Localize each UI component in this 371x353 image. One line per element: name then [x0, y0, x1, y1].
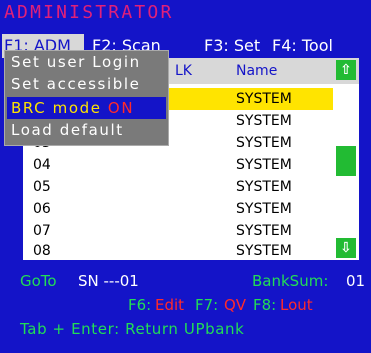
adm-dropdown-menu: Set user Login Set accessible BRC mode O…	[4, 50, 169, 146]
f7-key: F7:	[195, 296, 219, 314]
menu-item-brc-mode[interactable]: BRC mode ON	[7, 97, 166, 119]
f6-edit-action[interactable]: Edit	[155, 296, 184, 314]
row-name: SYSTEM	[236, 201, 292, 217]
row-id: 05	[33, 179, 51, 195]
row-name: SYSTEM	[236, 135, 292, 151]
tab-hint: Tab + Enter: Return UPbank	[20, 320, 245, 338]
row-id: 06	[33, 201, 51, 217]
row-name: SYSTEM	[236, 157, 292, 173]
row-id: 04	[33, 157, 51, 173]
f8-lout-action[interactable]: Lout	[280, 296, 313, 314]
row-name: SYSTEM	[236, 243, 292, 259]
table-row[interactable]: 07 SYSTEM	[23, 220, 333, 242]
scrollbar-thumb[interactable]	[336, 146, 356, 176]
banksum-value: 01	[346, 272, 366, 290]
sn-value: SN ---01	[78, 272, 139, 290]
header-name: Name	[236, 63, 278, 79]
app-title: ADMINISTRATOR	[4, 2, 174, 23]
menu-item-load-default[interactable]: Load default	[11, 121, 124, 139]
scroll-up-arrow-icon[interactable]: ⇧	[336, 60, 356, 80]
table-row[interactable]: 05 SYSTEM	[23, 176, 333, 198]
row-name: SYSTEM	[236, 223, 292, 239]
scroll-down-arrow-icon[interactable]: ⇩	[336, 238, 356, 258]
row-name: SYSTEM	[236, 91, 292, 107]
menu-item-set-accessible[interactable]: Set accessible	[11, 75, 140, 93]
table-row[interactable]: 06 SYSTEM	[23, 198, 333, 220]
banksum-label: BankSum:	[252, 272, 329, 290]
menu-tool[interactable]: F4: Tool	[272, 34, 333, 58]
f7-qv-action[interactable]: QV	[224, 296, 246, 314]
goto-label: GoTo	[20, 272, 57, 290]
brc-mode-label: BRC mode	[11, 99, 108, 117]
row-id: 08	[33, 243, 51, 259]
table-row[interactable]: 08 SYSTEM	[23, 240, 333, 262]
brc-mode-state: ON	[107, 99, 135, 117]
menu-set[interactable]: F3: Set	[204, 34, 260, 58]
header-lk: LK	[175, 63, 192, 79]
row-id: 07	[33, 223, 51, 239]
row-name: SYSTEM	[236, 179, 292, 195]
table-row[interactable]: 04 SYSTEM	[23, 154, 333, 176]
row-name: SYSTEM	[236, 113, 292, 129]
f6-key: F6:	[128, 296, 152, 314]
menu-item-set-user-login[interactable]: Set user Login	[11, 53, 141, 71]
f8-key: F8:	[253, 296, 277, 314]
